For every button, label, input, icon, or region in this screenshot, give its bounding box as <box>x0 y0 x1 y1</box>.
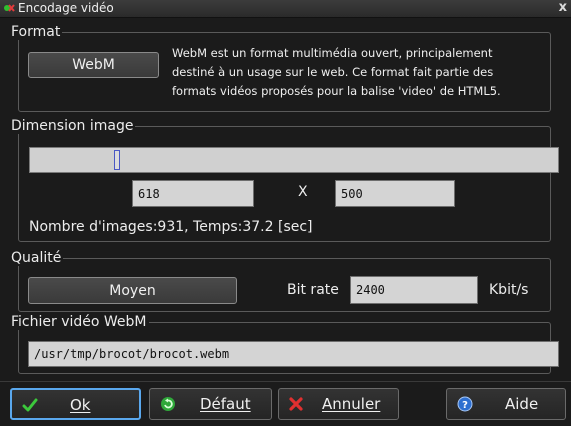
format-description-line: destiné à un usage sur le web. Ce format… <box>172 65 494 79</box>
svg-text:?: ? <box>462 400 468 411</box>
bitrate-field[interactable]: 2400 <box>350 276 478 304</box>
width-field[interactable]: 618 <box>132 180 254 207</box>
format-legend: Format <box>9 24 63 40</box>
format-description: WebM est un format multimédia ouvert, pr… <box>172 44 567 101</box>
bitrate-label: Bit rate <box>287 282 339 298</box>
slider-thumb[interactable] <box>114 150 120 170</box>
format-description-line: formats vidéos proposés pour la balise '… <box>172 84 501 98</box>
default-button[interactable]: Défaut <box>149 388 272 420</box>
format-description-line: WebM est un format multimédia ouvert, pr… <box>172 46 493 60</box>
format-select-button[interactable]: WebM <box>28 52 159 78</box>
bitrate-unit: Kbit/s <box>489 282 529 298</box>
cross-icon <box>289 397 303 411</box>
dimension-separator: X <box>298 184 308 200</box>
default-label: Défaut <box>200 395 251 413</box>
reset-icon <box>161 397 175 411</box>
file-legend: Fichier vidéo WebM <box>9 314 149 330</box>
app-icon <box>4 4 15 12</box>
frames-time-summary: Nombre d'images:931, Temps:37.2 [sec] <box>29 219 313 235</box>
ok-button[interactable]: Ok <box>10 388 141 420</box>
window-title: Encodage vidéo <box>18 1 114 15</box>
ok-label: Ok <box>70 396 91 414</box>
cancel-button[interactable]: Annuler <box>278 388 399 420</box>
height-field[interactable]: 500 <box>335 180 455 207</box>
cancel-label: Annuler <box>322 395 381 413</box>
dimension-legend: Dimension image <box>9 118 136 134</box>
checkmark-icon <box>22 398 38 412</box>
help-icon: ? <box>457 396 473 412</box>
dimension-slider[interactable] <box>29 147 559 173</box>
close-icon[interactable]: x <box>559 0 567 15</box>
file-path-field[interactable]: /usr/tmp/brocot/brocot.webm <box>28 341 559 367</box>
quality-legend: Qualité <box>9 250 64 266</box>
help-button[interactable]: ? Aide <box>446 388 566 420</box>
quality-select-button[interactable]: Moyen <box>28 277 237 304</box>
help-label: Aide <box>505 395 539 413</box>
title-bar: Encodage vidéo x <box>0 0 571 18</box>
